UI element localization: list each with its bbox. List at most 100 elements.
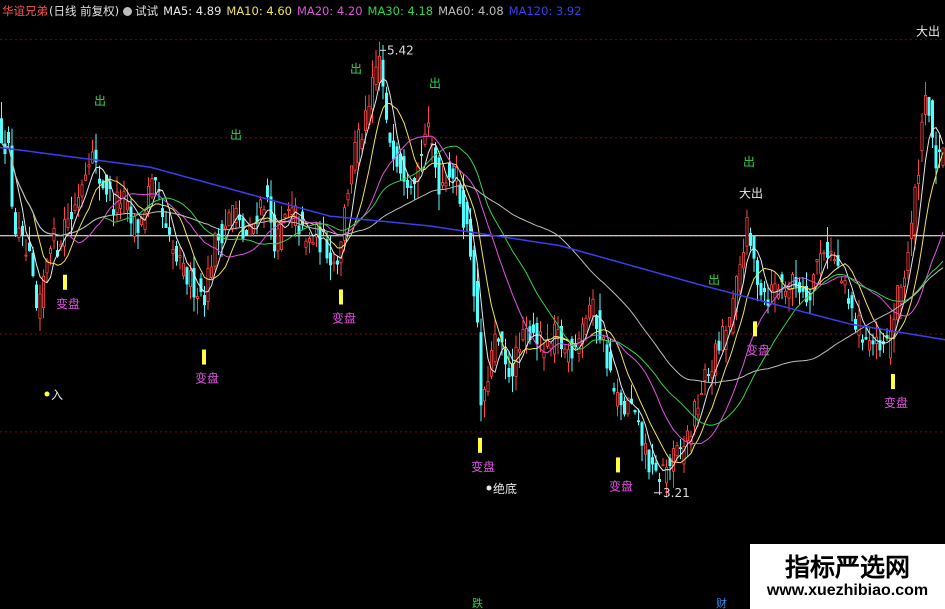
candle-50 [174,240,178,266]
low-price-label: 3.21 [663,486,690,500]
change-signal-9: 变盘 [195,371,219,386]
candle-55 [192,255,196,312]
candle-189 [661,458,665,467]
candle-87 [304,238,308,256]
candle-260 [910,210,914,256]
change-marker-9 [202,349,206,365]
candle-135 [472,245,476,312]
sell-signal-1: 出 [230,128,242,142]
candle-118 [412,176,416,200]
candle-72 [251,223,255,237]
high-price-label: 5.42 [387,43,414,57]
candle-34 [119,189,123,220]
candle-228 [798,277,802,305]
candle-138 [482,386,486,418]
candle-139 [486,366,490,396]
gear-icon[interactable] [123,7,133,16]
candle-78 [272,202,276,259]
candle-129 [451,163,455,194]
candle-264 [924,81,928,126]
candle-12 [42,269,46,319]
candle-38 [132,213,136,243]
candle-152 [532,312,536,338]
candle-172 [602,334,606,353]
candle-200 [700,380,704,395]
big-sell-signal-7: 大出 [916,25,940,39]
candle-3 [10,128,14,209]
indicator-name: 试试 [135,4,159,18]
candle-265 [927,96,931,123]
candle-159 [556,316,560,355]
candle-130 [454,155,458,196]
entry-signal: 入 [51,388,63,402]
candle-232 [812,273,816,306]
candle-221 [773,272,777,313]
candle-51 [178,246,182,270]
candle-49 [171,239,175,270]
candle-111 [388,131,392,148]
candle-28 [98,165,102,201]
footer-marker-cai: 财 [716,596,727,609]
candle-162 [567,343,571,373]
candle-238 [833,252,837,265]
candle-240 [840,277,844,284]
change-marker-10 [339,289,343,305]
candle-64 [223,209,227,240]
candle-29 [101,179,105,190]
candle-109 [381,45,385,100]
candle-43 [150,173,154,199]
candle-74 [258,196,262,216]
signal-labels: 出出出出出出大出大出变盘变盘变盘变盘变盘变盘变盘入绝底 [44,25,940,496]
candle-102 [356,122,360,170]
candle-235 [822,249,826,261]
candle-269 [941,147,945,168]
candle-168 [588,296,592,321]
candle-263 [920,113,924,163]
candle-243 [850,291,854,322]
candle-0 [0,101,3,144]
candle-24 [84,162,88,182]
candle-223 [780,271,784,300]
candle-125 [437,154,441,211]
change-marker-13 [753,321,757,337]
candle-233 [815,258,819,275]
candle-120 [419,139,423,173]
candle-7 [24,238,28,262]
candle-144 [503,338,507,380]
candle-220 [770,269,774,305]
candle-142 [496,337,500,346]
candle-10 [35,280,39,311]
watermark: 指标严选网 www.xuezhibiao.com [750,544,945,609]
candle-173 [605,339,609,377]
candle-231 [808,288,812,315]
candle-101 [353,130,357,175]
candle-5 [17,212,21,242]
candle-205 [717,331,721,355]
candle-61 [213,231,217,271]
candle-19 [66,203,70,231]
candle-59 [206,255,210,310]
candle-18 [63,206,67,257]
candle-202 [707,368,711,382]
candles [0,41,945,498]
candle-244 [854,312,858,333]
candle-137 [479,318,483,422]
change-signal-14: 变盘 [884,395,908,410]
candle-185 [647,449,651,480]
candle-4 [13,207,17,238]
candle-60 [209,254,213,280]
candlestick-chart[interactable]: 出出出出出出大出大出变盘变盘变盘变盘变盘变盘变盘入绝底 5.42 3.21 跌 … [0,0,945,609]
candle-195 [682,435,686,473]
ma-readout-0: MA5: 4.89 [163,4,222,18]
sell-signal-5: 出 [743,155,755,169]
candle-196 [686,425,690,458]
candle-39 [136,218,140,250]
candle-117 [409,180,413,195]
candle-206 [721,319,725,352]
ma60-line [1,142,944,384]
ma-readout-4: MA60: 4.08 [438,4,504,18]
sell-signal-3: 出 [429,77,441,91]
candle-21 [73,192,77,215]
candle-52 [181,253,185,280]
candle-146 [510,348,514,393]
